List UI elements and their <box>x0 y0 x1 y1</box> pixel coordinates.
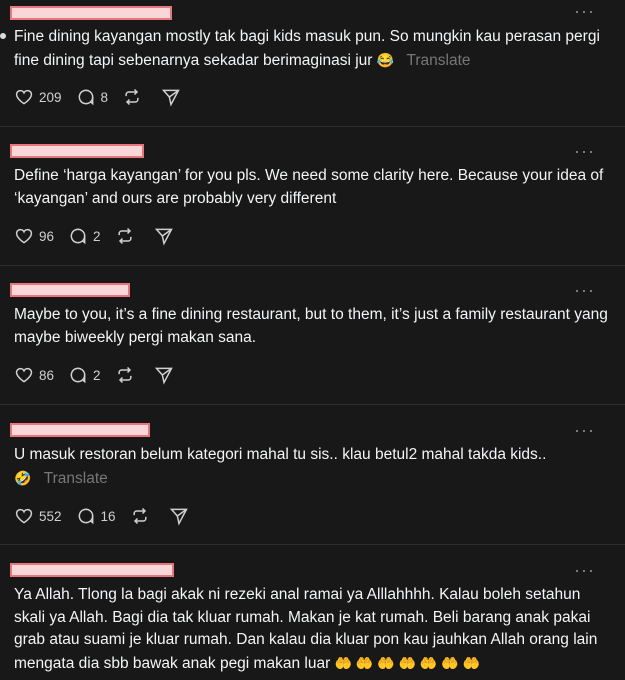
heart-icon <box>15 367 33 383</box>
like-button[interactable]: 209 <box>14 87 62 107</box>
repost-icon <box>132 507 147 525</box>
post-1: ··· Fine dining kayangan mostly tak bagi… <box>0 0 625 127</box>
more-options-icon[interactable]: ··· <box>574 421 595 439</box>
redacted-username <box>10 144 144 158</box>
post-text: Fine dining kayangan mostly tak bagi kid… <box>14 28 600 69</box>
redacted-username <box>10 563 174 577</box>
share-button[interactable] <box>154 226 179 246</box>
repost-icon <box>117 227 132 245</box>
share-button[interactable] <box>154 365 179 385</box>
repost-button[interactable] <box>130 506 155 526</box>
heart-icon <box>15 89 33 105</box>
action-bar: 209 8 <box>14 86 200 108</box>
comment-icon <box>78 89 93 106</box>
translate-link[interactable]: Translate <box>44 470 108 487</box>
redacted-username <box>10 423 150 437</box>
reply-count: 2 <box>93 228 101 244</box>
redacted-username <box>10 283 130 297</box>
reply-button[interactable]: 2 <box>68 365 101 385</box>
like-count: 552 <box>39 508 62 524</box>
post-4: ··· U masuk restoran belum kategori maha… <box>0 404 625 545</box>
reply-count: 2 <box>93 367 101 383</box>
more-options-icon[interactable]: ··· <box>574 142 595 160</box>
send-icon <box>169 508 188 526</box>
post-text: Ya Allah. Tlong la bagi akak ni rezeki a… <box>14 586 598 672</box>
like-button[interactable]: 96 <box>14 226 54 246</box>
repost-icon <box>117 366 132 384</box>
thread-dot <box>0 33 6 39</box>
share-button[interactable] <box>161 87 186 107</box>
more-options-icon[interactable]: ··· <box>574 281 595 299</box>
post-5: ··· Ya Allah. Tlong la bagi akak ni reze… <box>0 544 625 680</box>
action-bar: 552 16 <box>14 505 208 527</box>
send-icon <box>154 228 173 246</box>
send-icon <box>154 367 173 385</box>
repost-button[interactable] <box>115 365 140 385</box>
emoji: 🤲 🤲 🤲 🤲 🤲 🤲 🤲 <box>334 654 480 671</box>
reply-count: 8 <box>100 89 109 105</box>
post-text: Define ‘harga kayangan’ for you pls. We … <box>14 167 604 207</box>
share-button[interactable] <box>169 506 194 526</box>
more-options-icon[interactable]: ··· <box>574 561 595 579</box>
reply-button[interactable]: 16 <box>76 506 116 526</box>
comment-icon <box>78 508 93 525</box>
post-3: ··· Maybe to you, it’s a fine dining res… <box>0 265 625 405</box>
repost-button[interactable] <box>115 226 140 246</box>
post-text: U masuk restoran belum kategori mahal tu… <box>14 446 547 487</box>
emoji: 🤣 <box>14 469 32 486</box>
send-icon <box>161 89 180 107</box>
more-options-icon[interactable]: ··· <box>574 2 595 20</box>
reply-count: 16 <box>100 508 116 524</box>
comment-icon <box>70 367 86 384</box>
translate-link[interactable]: Translate <box>407 52 471 69</box>
like-count: 209 <box>39 89 62 105</box>
post-text: Maybe to you, it’s a fine dining restaur… <box>14 306 608 346</box>
like-button[interactable]: 552 <box>14 506 62 526</box>
action-bar: 86 2 <box>14 364 193 386</box>
action-bar: 96 2 <box>14 225 193 247</box>
heart-icon <box>15 228 33 244</box>
like-count: 86 <box>39 367 55 383</box>
reply-button[interactable]: 8 <box>76 87 109 107</box>
emoji: 😂 <box>376 51 395 68</box>
heart-icon <box>15 508 33 524</box>
repost-button[interactable] <box>122 87 147 107</box>
like-button[interactable]: 86 <box>14 365 54 385</box>
reply-button[interactable]: 2 <box>68 226 101 246</box>
repost-icon <box>125 88 139 106</box>
comment-icon <box>70 228 86 245</box>
post-2: ··· Define ‘harga kayangan’ for you pls.… <box>0 126 625 266</box>
like-count: 96 <box>39 228 55 244</box>
redacted-username <box>10 6 172 20</box>
